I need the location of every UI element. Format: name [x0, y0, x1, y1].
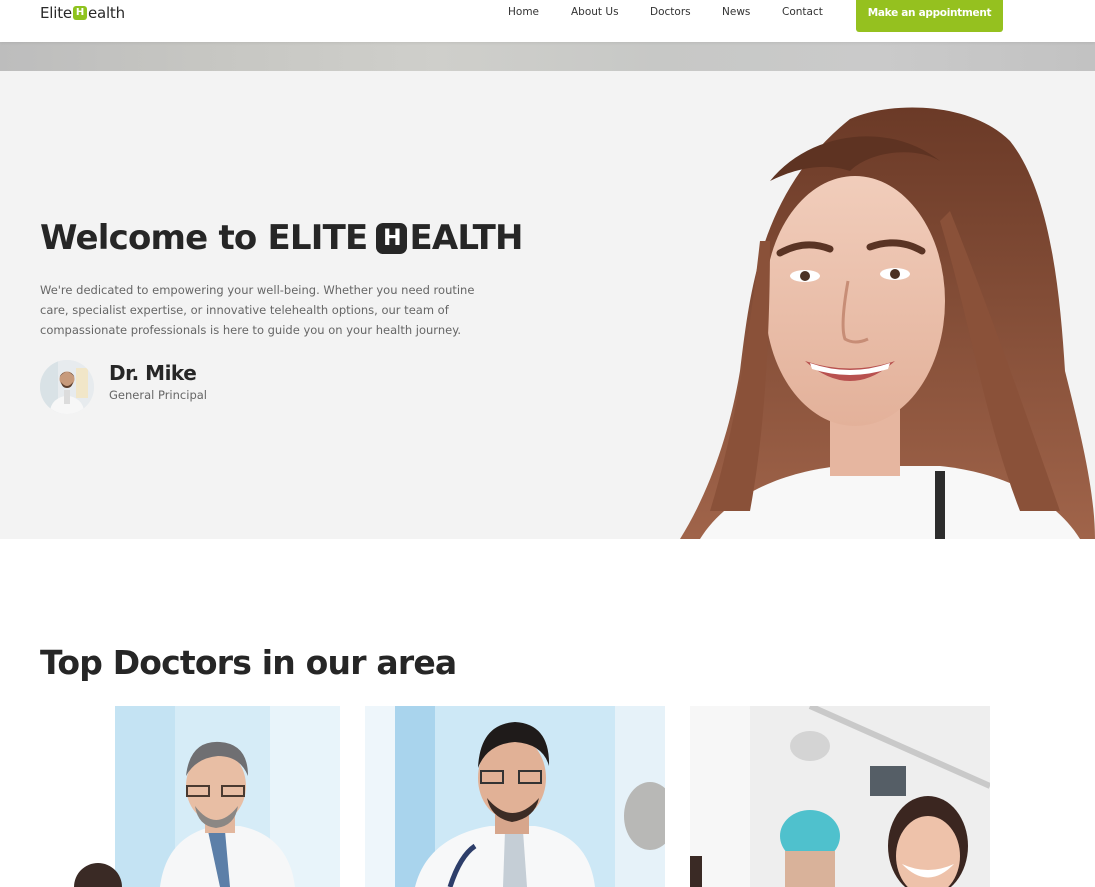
header-backdrop-blur: [0, 42, 1095, 71]
doctor-card-image: [40, 706, 340, 887]
top-doctors-title: Top Doctors in our area: [40, 643, 457, 682]
hero-title-h-icon: H: [376, 222, 408, 254]
doctor-card-image: [365, 706, 665, 887]
make-appointment-button[interactable]: Make an appointment: [856, 0, 1003, 32]
doctor-card[interactable]: [40, 706, 340, 887]
logo-text-prefix: Elite: [40, 4, 72, 22]
doctor-card-image: [690, 706, 990, 887]
hero-title-prefix: Welcome to ELITE: [40, 218, 368, 258]
author-role: General Principal: [109, 388, 207, 402]
nav-link-doctors[interactable]: Doctors: [650, 6, 691, 18]
site-header: Elite H ealth Home About Us Doctors News…: [0, 0, 1095, 42]
logo-h-icon: H: [72, 6, 87, 20]
author-avatar: [40, 360, 94, 414]
doctor-card[interactable]: [365, 706, 665, 887]
hero-title-suffix: EALTH: [409, 218, 523, 258]
author-name: Dr. Mike: [109, 361, 197, 385]
logo-text-suffix: ealth: [87, 4, 125, 22]
nav-link-contact[interactable]: Contact: [782, 6, 823, 18]
site-logo[interactable]: Elite H ealth: [40, 3, 125, 23]
hero-doctor-photo: [640, 71, 1095, 539]
hero-title: Welcome to ELITE H EALTH: [40, 218, 523, 258]
hero-section: Welcome to ELITE H EALTH We're dedicated…: [0, 71, 1095, 539]
nav-link-home[interactable]: Home: [508, 6, 539, 18]
nav-link-news[interactable]: News: [722, 6, 750, 18]
doctor-card[interactable]: [690, 706, 990, 887]
nav-link-about-us[interactable]: About Us: [571, 6, 619, 18]
hero-description: We're dedicated to empowering your well-…: [40, 283, 475, 337]
